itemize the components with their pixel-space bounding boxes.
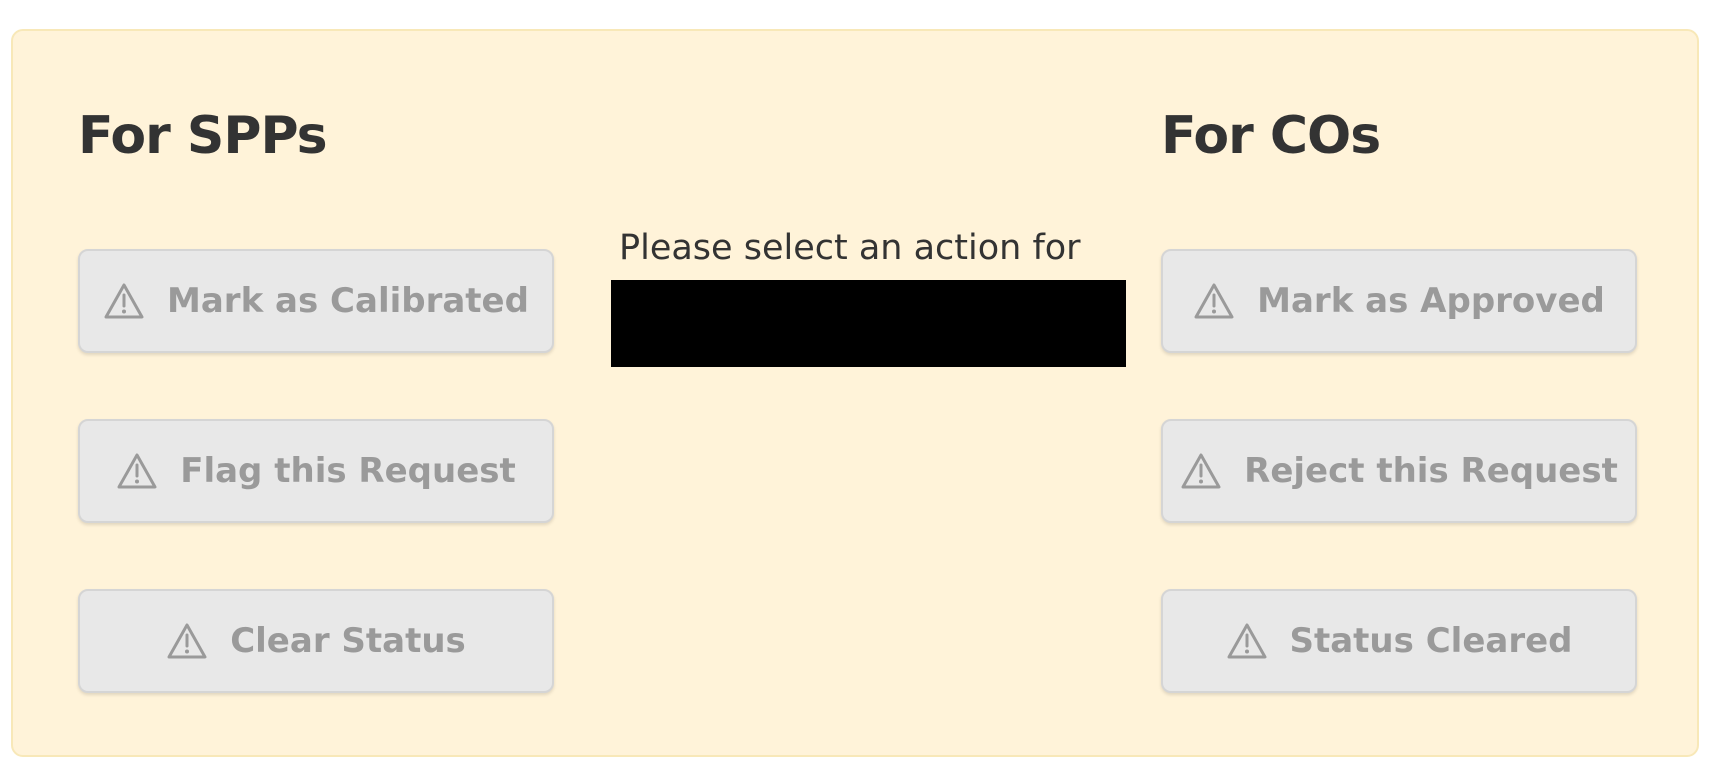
action-prompt: Please select an action for: [619, 228, 1081, 268]
warning-icon: [1193, 282, 1235, 320]
status-cleared-button[interactable]: Status Cleared: [1161, 589, 1637, 693]
mark-as-calibrated-button[interactable]: Mark as Calibrated: [78, 249, 554, 353]
warning-icon: [1226, 622, 1268, 660]
clear-status-label: Clear Status: [230, 621, 466, 661]
reject-this-request-label: Reject this Request: [1244, 451, 1618, 491]
mark-as-approved-button[interactable]: Mark as Approved: [1161, 249, 1637, 353]
status-cleared-label: Status Cleared: [1289, 621, 1573, 661]
warning-icon: [166, 622, 208, 660]
warning-icon: [103, 282, 145, 320]
clear-status-button[interactable]: Clear Status: [78, 589, 554, 693]
warning-icon: [116, 452, 158, 490]
co-heading: For COs: [1161, 106, 1381, 166]
flag-this-request-label: Flag this Request: [180, 451, 516, 491]
reject-this-request-button[interactable]: Reject this Request: [1161, 419, 1637, 523]
flag-this-request-button[interactable]: Flag this Request: [78, 419, 554, 523]
mark-as-calibrated-label: Mark as Calibrated: [167, 281, 529, 321]
warning-icon: [1180, 452, 1222, 490]
spp-heading: For SPPs: [78, 106, 328, 166]
mark-as-approved-label: Mark as Approved: [1257, 281, 1605, 321]
redacted-item-name: [611, 280, 1126, 367]
